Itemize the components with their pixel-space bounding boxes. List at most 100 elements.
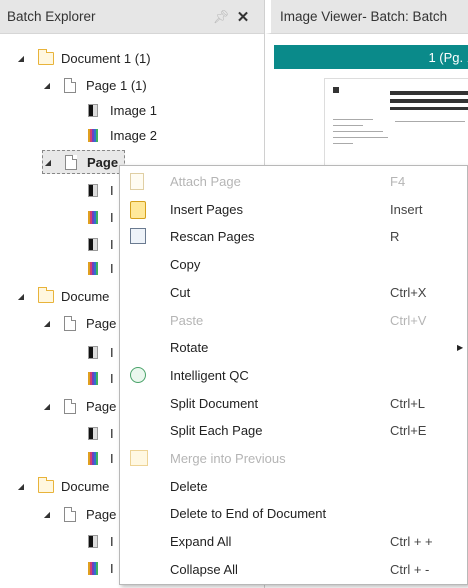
page-indicator-label: 1 (Pg. 1 xyxy=(428,49,468,65)
tree-document-node[interactable]: ◢ Docume xyxy=(16,284,109,308)
expand-triangle-icon[interactable]: ◢ xyxy=(43,158,53,167)
menu-item-paste[interactable]: Paste Ctrl+V xyxy=(120,307,468,334)
expand-triangle-icon[interactable]: ◢ xyxy=(16,482,26,491)
color-image-icon xyxy=(88,371,98,385)
batch-explorer-title: Batch Explorer xyxy=(7,9,96,24)
menu-item-delete[interactable]: Delete xyxy=(120,473,468,500)
menu-item-label: Expand All xyxy=(170,534,232,550)
expand-triangle-icon[interactable]: ◢ xyxy=(16,54,26,63)
insert-pages-icon xyxy=(130,200,146,219)
page-icon xyxy=(64,315,76,331)
folder-icon xyxy=(37,286,54,303)
thumbnail-text-line xyxy=(333,143,353,144)
close-icon[interactable]: ✕ xyxy=(232,8,254,26)
menu-item-attach-page[interactable]: Attach Page F4 xyxy=(120,168,468,195)
tree-page-node[interactable]: ◢ Page xyxy=(42,394,116,418)
expand-triangle-icon[interactable]: ◢ xyxy=(42,402,52,411)
thumbnail-logo xyxy=(333,87,339,93)
menu-item-shortcut: Ctrl+E xyxy=(390,423,427,439)
menu-item-insert-pages[interactable]: Insert Pages Insert xyxy=(120,196,468,223)
tree-image-node[interactable]: I xyxy=(88,366,114,390)
thumbnail-text-line xyxy=(395,121,465,122)
menu-item-label: Attach Page xyxy=(170,174,241,189)
tree-node-label: Page xyxy=(86,398,117,414)
tree-image-node[interactable]: I xyxy=(88,421,114,445)
tree-node-label: Page 1 (1) xyxy=(86,77,147,93)
color-image-icon xyxy=(88,261,98,275)
expand-triangle-icon[interactable]: ◢ xyxy=(16,292,26,301)
tree-node-label: I xyxy=(110,370,114,386)
tree-node-label: I xyxy=(110,209,114,225)
context-menu: Attach Page F4 Insert Pages Insert Rescan Pa… xyxy=(119,165,468,585)
image-viewer-title: Image Viewer- Batch: Batch xyxy=(280,9,448,24)
pin-icon[interactable]: 📌︎ xyxy=(210,9,232,25)
menu-item-shortcut: Ctrl+L xyxy=(390,395,426,411)
menu-item-label: Copy xyxy=(170,257,201,273)
menu-item-collapse-all[interactable]: Collapse All Ctrl + - xyxy=(120,556,468,583)
menu-item-expand-all[interactable]: Expand All Ctrl + + xyxy=(120,528,468,555)
tree-image-node[interactable]: I xyxy=(88,340,114,364)
tree-page-node[interactable]: ◢ Page xyxy=(42,311,116,335)
tree-page-node[interactable]: ◢ Page 1 (1) xyxy=(42,73,147,97)
menu-item-label: Delete to End of Document xyxy=(170,506,327,522)
submenu-arrow-icon: ▶ xyxy=(457,343,464,353)
expand-triangle-icon[interactable]: ◢ xyxy=(42,510,52,519)
folder-icon xyxy=(37,48,54,65)
menu-item-shortcut: Ctrl + + xyxy=(390,534,433,550)
tree-document-node[interactable]: ◢ Docume xyxy=(16,474,109,498)
menu-item-label: Rotate xyxy=(170,340,209,356)
thumbnail-text-line xyxy=(333,125,363,126)
menu-item-copy[interactable]: Copy xyxy=(120,251,468,278)
tree-node-label: Page xyxy=(86,506,117,522)
tree-image-node[interactable]: I xyxy=(88,205,114,229)
tree-image-node[interactable]: I xyxy=(88,446,114,470)
tree-node-label: Page xyxy=(86,315,117,331)
menu-item-label: Merge into Previous xyxy=(170,451,286,466)
menu-item-shortcut: Ctrl+X xyxy=(390,284,427,300)
expand-triangle-icon[interactable]: ◢ xyxy=(42,81,52,90)
tree-node-label: I xyxy=(110,560,114,576)
tree-node-label: I xyxy=(110,260,114,276)
page-indicator-bar: 1 (Pg. 1 xyxy=(274,45,468,69)
menu-item-rotate[interactable]: Rotate ▶ xyxy=(120,334,468,361)
tree-page-node[interactable]: ◢ Page xyxy=(42,150,126,174)
bw-image-icon xyxy=(88,183,98,197)
thumbnail-text-line xyxy=(333,137,388,138)
menu-item-cut[interactable]: Cut Ctrl+X xyxy=(120,279,468,306)
tree-image-node[interactable]: Image 1 xyxy=(88,98,157,122)
menu-item-intelligent-qc[interactable]: Intelligent QC xyxy=(120,362,468,389)
expand-triangle-icon[interactable]: ◢ xyxy=(42,319,52,328)
color-image-icon xyxy=(88,210,98,224)
tree-image-node[interactable]: I xyxy=(88,178,114,202)
color-image-icon xyxy=(88,451,98,465)
tree-image-node[interactable]: Image 2 xyxy=(88,123,157,147)
tree-image-node[interactable]: I xyxy=(88,556,114,580)
tree-node-label: I xyxy=(110,236,114,252)
tree-image-node[interactable]: I xyxy=(88,256,114,280)
menu-item-shortcut: Insert xyxy=(390,201,423,217)
image-viewer-header: Image Viewer- Batch: Batch xyxy=(265,0,468,34)
menu-item-split-each-page[interactable]: Split Each Page Ctrl+E xyxy=(120,417,468,444)
page-thumbnail[interactable] xyxy=(324,78,468,178)
menu-item-shortcut: Ctrl+V xyxy=(390,312,427,328)
tree-image-node[interactable]: I xyxy=(88,232,114,256)
bw-image-icon xyxy=(88,534,98,548)
menu-item-rescan-pages[interactable]: Rescan Pages R xyxy=(120,223,468,250)
tree-node-label: Docume xyxy=(61,288,110,304)
tree-document-node[interactable]: ◢ Document 1 (1) xyxy=(16,46,151,70)
tree-image-node[interactable]: I xyxy=(88,529,114,553)
tree-image-node[interactable]: I xyxy=(88,582,114,588)
tree-node-label: Image 2 xyxy=(110,127,157,143)
thumbnail-barcode-3 xyxy=(390,107,468,110)
tree-node-label: Docume xyxy=(61,478,110,494)
tree-node-label: Image 1 xyxy=(110,102,157,118)
bw-image-icon xyxy=(88,237,98,251)
tree-page-node[interactable]: ◢ Page xyxy=(42,502,116,526)
menu-item-label: Rescan Pages xyxy=(170,229,255,245)
page-icon xyxy=(64,398,76,414)
menu-item-delete-to-end-of-document[interactable]: Delete to End of Document xyxy=(120,500,468,527)
menu-item-merge-into-previous[interactable]: Merge into Previous xyxy=(120,445,468,472)
menu-item-split-document[interactable]: Split Document Ctrl+L xyxy=(120,390,468,417)
color-image-icon xyxy=(88,561,98,575)
merge-icon xyxy=(130,450,148,466)
